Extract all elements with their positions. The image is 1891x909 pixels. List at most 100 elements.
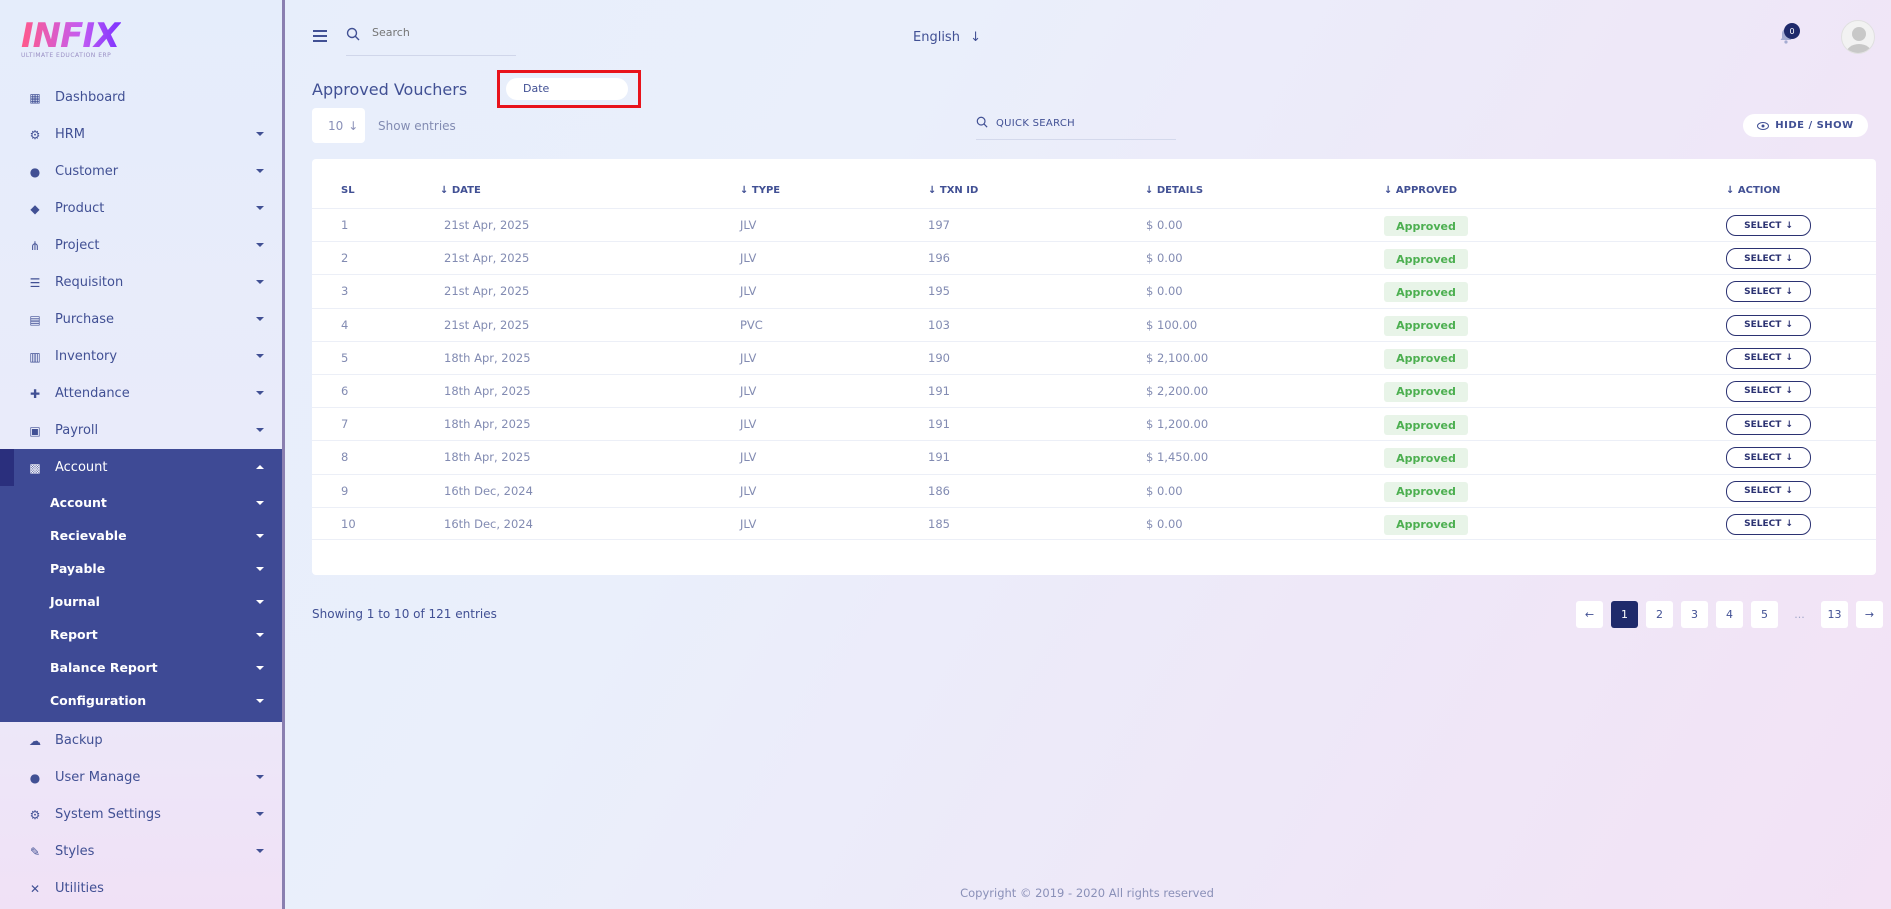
entries-select[interactable]: 10 ↓ [312, 108, 365, 143]
menu-toggle-icon[interactable] [313, 30, 327, 42]
caret-down-icon [256, 317, 264, 321]
quick-search-input[interactable]: QUICK SEARCH [976, 116, 1176, 140]
submenu-item-journal[interactable]: Journal [0, 585, 282, 618]
select-action-button[interactable]: SELECT ↓ [1726, 380, 1811, 402]
sidebar-item-customer[interactable]: ● Customer [0, 153, 282, 190]
select-action-button[interactable]: SELECT ↓ [1726, 248, 1811, 270]
status-badge: Approved [1384, 448, 1468, 469]
sidebar-item-hrm[interactable]: ⚙ HRM [0, 116, 282, 153]
column-header-action[interactable]: ↓ ACTION [1726, 185, 1780, 196]
pagination-prev-button[interactable]: ← [1576, 601, 1603, 628]
pagination-page-13[interactable]: 13 [1821, 601, 1848, 628]
sidebar-item-dashboard[interactable]: ▦ Dashboard [0, 79, 282, 116]
caret-down-icon [256, 633, 264, 637]
header-search [346, 26, 516, 56]
sidebar-item-requisiton[interactable]: ☰ Requisiton [0, 264, 282, 301]
arrow-down-icon: ↓ [1785, 320, 1793, 331]
search-input[interactable] [372, 26, 512, 39]
arrow-down-icon: ↓ [970, 30, 981, 45]
sidebar-item-project[interactable]: ⋔ Project [0, 227, 282, 264]
notification-badge: 0 [1784, 23, 1800, 39]
language-select[interactable]: English ↓ [913, 30, 981, 45]
submenu-item-label: Configuration [50, 693, 147, 708]
pagination-page-2[interactable]: 2 [1646, 601, 1673, 628]
row-details: $ 0.00 [1146, 218, 1183, 232]
row-sl: 3 [341, 284, 349, 299]
submenu-item-label: Account [50, 495, 107, 510]
row-details: $ 2,200.00 [1146, 383, 1209, 398]
select-action-button[interactable]: SELECT ↓ [1726, 414, 1811, 436]
select-label: SELECT [1744, 519, 1782, 530]
submenu-item-recievable[interactable]: Recievable [0, 519, 282, 552]
status-badge: Approved [1384, 514, 1468, 535]
pagination-page-4[interactable]: 4 [1716, 601, 1743, 628]
submenu-item-balance-report[interactable]: Balance Report [0, 651, 282, 684]
select-action-button[interactable]: SELECT ↓ [1726, 480, 1811, 502]
date-input[interactable]: Date [506, 78, 628, 100]
status-badge: Approved [1384, 315, 1468, 336]
column-header-txn-id[interactable]: ↓ TXN ID [928, 185, 978, 196]
sidebar-item-purchase[interactable]: ▤ Purchase [0, 301, 282, 338]
sidebar-item-styles[interactable]: ✎ Styles [0, 833, 282, 870]
sidebar-item-inventory[interactable]: ▥ Inventory [0, 338, 282, 375]
row-date: 18th Apr, 2025 [444, 450, 531, 465]
pagination-page-3[interactable]: 3 [1681, 601, 1708, 628]
sidebar-item-backup[interactable]: ☁ Backup [0, 722, 282, 759]
users-cog-icon: ⚙ [29, 127, 41, 142]
column-header-type[interactable]: ↓ TYPE [740, 185, 780, 196]
sidebar-item-system-settings[interactable]: ⚙ System Settings [0, 796, 282, 833]
submenu-item-account[interactable]: Account [0, 486, 282, 519]
submenu-item-report[interactable]: Report [0, 618, 282, 651]
sidebar-item-label: Dashboard [55, 90, 126, 105]
sidebar-item-product[interactable]: ◆ Product [0, 190, 282, 227]
sidebar-item-account[interactable]: ▩ Account [0, 449, 282, 486]
column-header-approved[interactable]: ↓ APPROVED [1384, 185, 1457, 196]
status-badge: Approved [1384, 249, 1468, 270]
column-header-details[interactable]: ↓ DETAILS [1145, 185, 1203, 196]
select-action-button[interactable]: SELECT ↓ [1726, 347, 1811, 369]
sidebar-item-attendance[interactable]: ✚ Attendance [0, 375, 282, 412]
submenu-item-payable[interactable]: Payable [0, 552, 282, 585]
row-details: $ 100.00 [1146, 317, 1198, 332]
avatar[interactable] [1841, 20, 1875, 54]
pagination-page-1[interactable]: 1 [1611, 601, 1638, 628]
entries-label: Show entries [378, 119, 456, 133]
select-action-button[interactable]: SELECT ↓ [1726, 215, 1811, 236]
table-row: 9 16th Dec, 2024 JLV 186 $ 0.00 Approved SELEC… [312, 473, 1876, 507]
select-action-button[interactable]: SELECT ↓ [1726, 314, 1811, 336]
row-date: 16th Dec, 2024 [444, 516, 533, 531]
sidebar-scrollbar[interactable] [282, 0, 285, 909]
sidebar-item-user-manage[interactable]: ● User Manage [0, 759, 282, 796]
caret-down-icon [256, 699, 264, 703]
row-details: $ 0.00 [1146, 284, 1183, 299]
vouchers-table: SL ↓ DATE ↓ TYPE ↓ TXN ID ↓ DETAILS ↓ AP… [312, 159, 1876, 575]
quick-search-label: QUICK SEARCH [996, 118, 1075, 129]
select-action-button[interactable]: SELECT ↓ [1726, 281, 1811, 303]
row-type: JLV [740, 218, 757, 232]
caret-down-icon [256, 775, 264, 779]
pagination-page-5[interactable]: 5 [1751, 601, 1778, 628]
row-date: 18th Apr, 2025 [444, 383, 531, 398]
table-row: 10 16th Dec, 2024 JLV 185 $ 0.00 Approved SELE… [312, 506, 1876, 540]
table-row: 5 18th Apr, 2025 JLV 190 $ 2,100.00 Approved S… [312, 340, 1876, 374]
sidebar-item-label: Requisiton [55, 275, 124, 290]
select-label: SELECT [1744, 452, 1782, 463]
top-header: English ↓ 0 [285, 0, 1891, 62]
row-type: JLV [740, 483, 757, 498]
select-action-button[interactable]: SELECT ↓ [1726, 513, 1811, 535]
select-action-button[interactable]: SELECT ↓ [1726, 447, 1811, 469]
column-header-sl[interactable]: SL [341, 185, 355, 196]
arrow-down-icon: ↓ [1785, 386, 1793, 397]
column-header-date[interactable]: ↓ DATE [440, 185, 481, 196]
hide-show-button[interactable]: HIDE / SHOW [1743, 114, 1868, 137]
arrow-down-icon: ↓ [1785, 486, 1793, 496]
table-row: 1 21st Apr, 2025 JLV 197 $ 0.00 Approved SELEC… [312, 208, 1876, 241]
sidebar-item-label: System Settings [55, 807, 161, 822]
submenu-item-configuration[interactable]: Configuration [0, 684, 282, 717]
table-row: 7 18th Apr, 2025 JLV 191 $ 1,200.00 Approved S… [312, 407, 1876, 440]
logo[interactable]: INFIX ULTIMATE EDUCATION ERP [21, 18, 121, 60]
sidebar-item-payroll[interactable]: ▣ Payroll [0, 412, 282, 449]
pagination-next-button[interactable]: → [1856, 601, 1883, 628]
status-badge: Approved [1384, 415, 1468, 436]
row-details: $ 1,450.00 [1146, 450, 1209, 465]
